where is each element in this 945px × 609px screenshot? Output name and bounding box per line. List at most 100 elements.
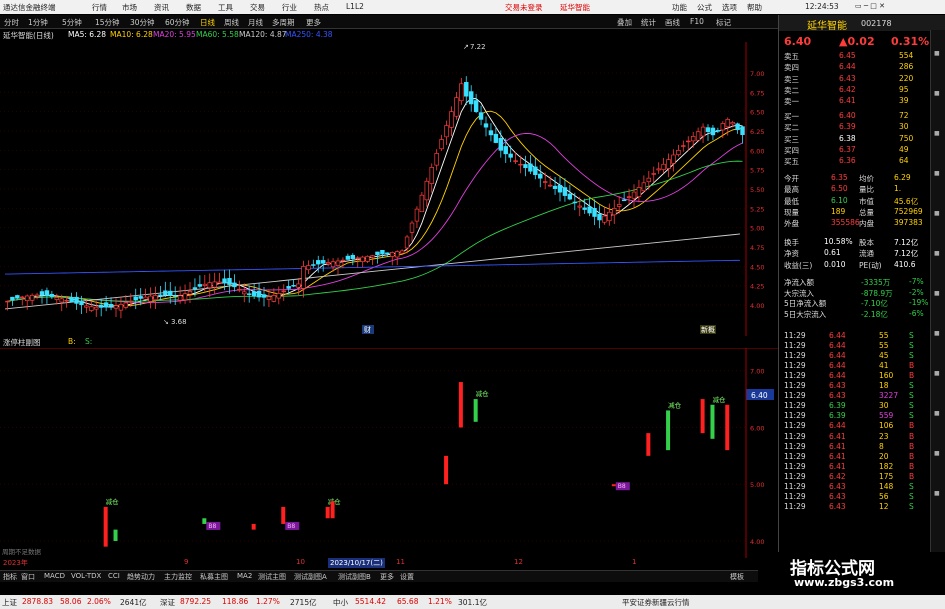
- indicator-tab[interactable]: 测试主图: [258, 572, 286, 582]
- menu-item[interactable]: 交易: [250, 2, 265, 13]
- indicator-tab[interactable]: 测试副图B: [338, 572, 371, 582]
- indicator-tab[interactable]: 指标: [3, 572, 17, 582]
- limit-up-bar: [325, 506, 330, 519]
- indicator-tab[interactable]: VOL-TDX: [71, 572, 101, 580]
- tick-price: 6.44: [829, 341, 846, 351]
- period-tab[interactable]: 5分钟: [62, 17, 82, 28]
- indicator-tab[interactable]: 更多: [380, 572, 394, 582]
- tick-price: 6.41: [829, 441, 846, 451]
- bid-volume: 72: [899, 111, 909, 120]
- period-tab[interactable]: 月线: [248, 17, 263, 28]
- menu-item[interactable]: 资讯: [154, 2, 169, 13]
- candle-body: [266, 296, 272, 300]
- side-tab-icon[interactable]: ■: [934, 370, 940, 377]
- tick-volume: 148: [879, 481, 894, 491]
- candle-body: [340, 259, 346, 262]
- indicator-tab[interactable]: MA2: [237, 572, 252, 580]
- trade-login-status[interactable]: 交易未登录: [505, 2, 543, 13]
- indicator-tab[interactable]: 设置: [400, 572, 414, 582]
- tick-direction: B: [909, 451, 915, 461]
- ask-label: 卖四: [784, 63, 799, 73]
- stat-label: 量比: [859, 185, 874, 195]
- menu-item[interactable]: 公式: [697, 2, 712, 13]
- y-tick-label: 6.75: [750, 89, 764, 97]
- stat-label: 总量: [859, 207, 874, 217]
- side-tab-icon[interactable]: ■: [934, 490, 940, 497]
- period-tab[interactable]: 30分钟: [130, 17, 155, 28]
- candle-body: [177, 295, 183, 301]
- menu-item[interactable]: 选项: [722, 2, 737, 13]
- side-tab-icon[interactable]: ■: [934, 450, 940, 457]
- toolbar-item[interactable]: 叠加: [617, 17, 632, 28]
- tick-price: 6.41: [829, 451, 846, 461]
- flow-value: -7.10亿: [861, 299, 888, 308]
- candle-body: [394, 251, 400, 258]
- price-change-pct: 0.31%: [891, 35, 930, 48]
- sz-label[interactable]: 深证: [160, 597, 175, 608]
- indicator-tab[interactable]: MACD: [44, 572, 65, 580]
- ma5-label: MA5: 6.28: [68, 30, 106, 39]
- period-tab[interactable]: 分时: [4, 17, 19, 28]
- indicator-tab[interactable]: CCI: [108, 572, 120, 580]
- stat-label: 流通: [859, 249, 874, 259]
- sh-label[interactable]: 上证: [2, 597, 17, 608]
- menu-item[interactable]: 工具: [218, 2, 233, 13]
- period-tab[interactable]: 15分钟: [95, 17, 120, 28]
- side-tab-icon[interactable]: ■: [934, 410, 940, 417]
- side-tabs[interactable]: ■ ■ ■ ■ ■ ■ ■ ■ ■ ■ ■ ■: [930, 30, 945, 595]
- y-tick-label: 6.00: [750, 424, 764, 432]
- limit-up-bar: [611, 484, 616, 487]
- side-tab-icon[interactable]: ■: [934, 290, 940, 297]
- side-tab-icon[interactable]: ■: [934, 50, 940, 57]
- candle-body: [597, 213, 602, 221]
- tick-volume: 45: [879, 351, 889, 361]
- limit-up-bar: [700, 399, 705, 434]
- period-tab-active[interactable]: 日线: [200, 17, 215, 28]
- indicator-tab[interactable]: 趋势动力: [127, 572, 155, 582]
- side-tab-icon[interactable]: ■: [934, 210, 940, 217]
- side-tab-icon[interactable]: ■: [934, 170, 940, 177]
- limit-up-bar: [473, 399, 478, 422]
- limit-up-subchart[interactable]: 7.006.005.004.00 减仓B8B8减仓减仓B8减仓减仓 6.40 周…: [0, 348, 778, 558]
- period-tab[interactable]: 1分钟: [28, 17, 48, 28]
- candle-body: [296, 283, 301, 288]
- bid-volume: 64: [899, 156, 909, 166]
- side-tab-icon[interactable]: ■: [934, 330, 940, 337]
- menu-item[interactable]: L1L2: [346, 2, 364, 11]
- side-tab-icon[interactable]: ■: [934, 250, 940, 257]
- template-tab[interactable]: 模板: [730, 572, 744, 582]
- window-controls[interactable]: ▭ ─ □ ✕: [855, 2, 885, 10]
- menu-item[interactable]: 帮助: [747, 2, 762, 13]
- menu-item[interactable]: 功能: [672, 2, 687, 13]
- toolbar-item[interactable]: 画线: [665, 17, 680, 28]
- indicator-tab[interactable]: 测试副图A: [294, 572, 327, 582]
- period-tab[interactable]: 60分钟: [165, 17, 190, 28]
- candle-body: [493, 133, 499, 143]
- indicator-tab[interactable]: 窗口: [21, 572, 35, 582]
- menu-item[interactable]: 数据: [186, 2, 201, 13]
- menu-item[interactable]: 热点: [314, 2, 329, 13]
- toolbar-item[interactable]: 标记: [716, 17, 731, 28]
- menu-item[interactable]: 市场: [122, 2, 137, 13]
- period-tab[interactable]: 更多: [306, 17, 321, 28]
- indicator-tab[interactable]: 主力监控: [164, 572, 192, 582]
- menu-item[interactable]: 行业: [282, 2, 297, 13]
- b8-label: B8: [208, 523, 216, 530]
- tick-list[interactable]: 11:29 6.44 55 S 11:29 6.44 55 S 11:29 6.44 45 S 11:2…: [779, 331, 929, 513]
- kline-chart[interactable]: 7.00 6.75 6.50 6.25 6.00 5.75 5.50 5.25 5.00 4.75…: [0, 42, 778, 336]
- limit-up-bar: [646, 433, 651, 456]
- toolbar-item[interactable]: 统计: [641, 17, 656, 28]
- period-tab[interactable]: 周线: [224, 17, 239, 28]
- candle-body: [365, 255, 370, 262]
- indicator-tab[interactable]: 私募主图: [200, 572, 228, 582]
- zx-label[interactable]: 中小: [333, 597, 348, 608]
- tick-volume: 18: [879, 381, 889, 391]
- side-tab-icon[interactable]: ■: [934, 90, 940, 97]
- candle-body: [616, 204, 622, 207]
- tick-price: 6.44: [829, 421, 846, 431]
- side-tab-icon[interactable]: ■: [934, 130, 940, 137]
- menu-item[interactable]: 行情: [92, 2, 107, 13]
- candle-body: [24, 295, 30, 302]
- period-tab[interactable]: 多周期: [272, 17, 295, 28]
- toolbar-item[interactable]: F10: [690, 17, 704, 26]
